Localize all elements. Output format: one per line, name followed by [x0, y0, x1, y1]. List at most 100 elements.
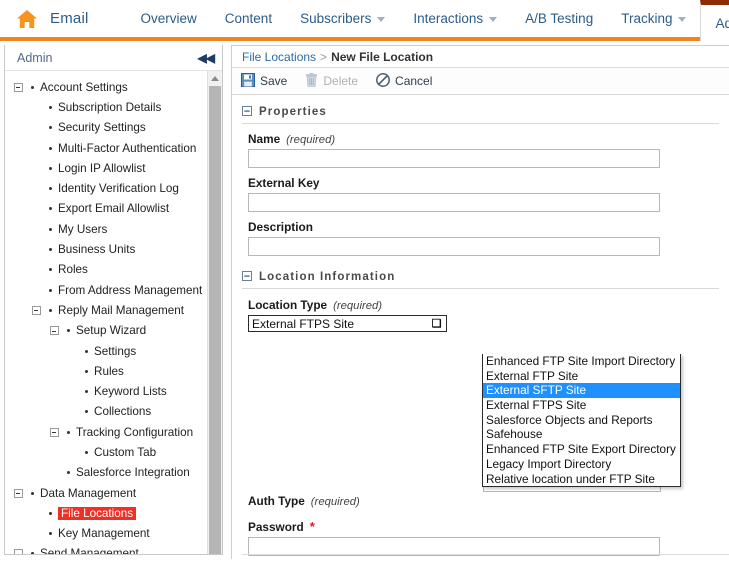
sidebar-item-label: Key Management: [58, 527, 150, 541]
sidebar-item-identity-verification-log[interactable]: Identity Verification Log: [5, 178, 207, 198]
sidebar-item-subscription-details[interactable]: Subscription Details: [5, 97, 207, 117]
properties-section-title: Properties: [259, 106, 327, 118]
bullet-icon: [85, 450, 88, 454]
nav-tab-a-b-testing[interactable]: A/B Testing: [511, 0, 607, 37]
bullet-icon: [49, 166, 52, 170]
chevron-down-icon[interactable]: [678, 17, 687, 22]
tree-collapse-toggle[interactable]: [11, 549, 25, 554]
delete-button-label: Delete: [323, 74, 359, 88]
dropdown-option[interactable]: External FTP Site: [483, 369, 680, 384]
scroll-up-arrow-icon[interactable]: [208, 71, 222, 85]
location-information-section-header[interactable]: Location Information: [242, 270, 719, 289]
minus-box-icon[interactable]: [13, 488, 23, 498]
sidebar-item-setup-wizard[interactable]: Setup Wizard: [5, 321, 207, 341]
save-button[interactable]: Save: [241, 72, 287, 90]
minus-box-icon[interactable]: [49, 427, 59, 437]
bullet-icon: [49, 268, 52, 272]
tree-collapse-toggle[interactable]: [11, 82, 25, 92]
nav-tab-interactions[interactable]: Interactions: [399, 0, 511, 37]
sidebar-item-salesforce-integration[interactable]: Salesforce Integration: [5, 463, 207, 483]
properties-section-header[interactable]: Properties: [242, 105, 719, 124]
sidebar-panel: Admin ◀◀ Account Settings Subscription De…: [4, 45, 223, 555]
nav-tab-admin[interactable]: Admin: [700, 0, 729, 41]
sidebar-item-key-management[interactable]: Key Management: [5, 524, 207, 544]
location-type-select[interactable]: External FTPS Site ❑: [248, 315, 447, 332]
nav-tab-label: Subscribers: [300, 11, 372, 26]
external-key-input[interactable]: [248, 193, 660, 212]
cancel-button[interactable]: Cancel: [376, 72, 433, 90]
minus-box-icon[interactable]: [242, 270, 252, 284]
description-input[interactable]: [248, 237, 660, 256]
sidebar-item-data-management[interactable]: Data Management: [5, 483, 207, 503]
dropdown-option[interactable]: Enhanced FTP Site Export Directory: [483, 442, 680, 457]
breadcrumb-parent-link[interactable]: File Locations: [242, 50, 316, 64]
sidebar-item-keyword-lists[interactable]: Keyword Lists: [5, 381, 207, 401]
tree-collapse-toggle[interactable]: [47, 326, 61, 336]
sidebar-item-label: File Locations: [58, 506, 137, 520]
minus-box-icon[interactable]: [31, 305, 41, 315]
description-field-group: Description: [248, 220, 729, 256]
cancel-circle-icon: [376, 72, 390, 90]
sidebar-item-roles[interactable]: Roles: [5, 260, 207, 280]
sidebar-item-file-locations[interactable]: File Locations: [5, 503, 207, 523]
dropdown-option[interactable]: External FTPS Site: [483, 398, 680, 413]
sidebar-item-label: Keyword Lists: [94, 385, 167, 399]
sidebar-item-label: Login IP Allowlist: [58, 161, 146, 175]
dropdown-option[interactable]: Salesforce Objects and Reports: [483, 413, 680, 428]
location-type-dropdown-list[interactable]: Enhanced FTP Site Import Directory Extern…: [482, 354, 681, 488]
sidebar-item-account-settings[interactable]: Account Settings: [5, 77, 207, 97]
minus-box-icon[interactable]: [49, 326, 59, 336]
minus-box-icon[interactable]: [13, 549, 23, 554]
sidebar-item-settings[interactable]: Settings: [5, 341, 207, 361]
bullet-icon: [49, 227, 52, 231]
chevron-down-icon[interactable]: [489, 17, 498, 22]
tree-collapse-toggle[interactable]: [29, 305, 43, 315]
nav-tab-subscribers[interactable]: Subscribers: [286, 0, 399, 37]
sidebar-item-business-units[interactable]: Business Units: [5, 239, 207, 259]
tree-collapse-toggle[interactable]: [11, 488, 25, 498]
sidebar-item-label: My Users: [58, 222, 108, 236]
sidebar-item-send-management[interactable]: Send Management: [5, 544, 207, 554]
sidebar-item-security-settings[interactable]: Security Settings: [5, 118, 207, 138]
auth-type-label: Auth Type: [248, 494, 305, 508]
location-information-section-title: Location Information: [259, 271, 396, 283]
sidebar-item-my-users[interactable]: My Users: [5, 219, 207, 239]
minus-box-icon[interactable]: [13, 82, 23, 92]
bullet-icon: [49, 532, 52, 536]
home-icon[interactable]: [16, 9, 38, 29]
chevron-down-icon[interactable]: ❑: [430, 317, 443, 330]
nav-tab-tracking[interactable]: Tracking: [607, 0, 700, 37]
scrollbar-thumb[interactable]: [209, 86, 221, 554]
brand-home-link[interactable]: Email: [0, 0, 109, 37]
sidebar-item-from-address-management[interactable]: From Address Management: [5, 280, 207, 300]
sidebar-item-label: Salesforce Integration: [76, 466, 190, 480]
dropdown-option[interactable]: External SFTP Site: [483, 383, 680, 399]
sidebar-item-export-email-allowlist[interactable]: Export Email Allowlist: [5, 199, 207, 219]
name-input[interactable]: [248, 149, 660, 168]
sidebar-header: Admin ◀◀: [5, 45, 222, 71]
external-key-field-group: External Key: [248, 176, 729, 212]
dropdown-option[interactable]: Relative location under FTP Site: [483, 472, 680, 487]
tree-collapse-toggle[interactable]: [47, 427, 61, 437]
sidebar-item-label: Collections: [94, 405, 152, 419]
sidebar-item-tracking-configuration[interactable]: Tracking Configuration: [5, 422, 207, 442]
sidebar-scrollbar[interactable]: [207, 71, 222, 554]
sidebar-item-collections[interactable]: Collections: [5, 402, 207, 422]
external-key-label: External Key: [248, 176, 320, 190]
collapse-left-icon[interactable]: ◀◀: [198, 51, 215, 65]
sidebar-item-custom-tab[interactable]: Custom Tab: [5, 442, 207, 462]
sidebar-item-login-ip-allowlist[interactable]: Login IP Allowlist: [5, 158, 207, 178]
dropdown-option[interactable]: Legacy Import Directory: [483, 457, 680, 472]
bullet-icon: [49, 187, 52, 191]
nav-tab-overview[interactable]: Overview: [127, 0, 211, 37]
nav-tab-content[interactable]: Content: [211, 0, 286, 37]
minus-box-icon[interactable]: [242, 105, 252, 119]
chevron-down-icon[interactable]: [377, 17, 386, 22]
dropdown-option[interactable]: Enhanced FTP Site Import Directory: [483, 354, 680, 369]
sidebar-item-rules[interactable]: Rules: [5, 361, 207, 381]
sidebar-item-reply-mail-management[interactable]: Reply Mail Management: [5, 300, 207, 320]
dropdown-option[interactable]: Safehouse: [483, 427, 680, 442]
password-label-row: Password *: [248, 519, 660, 534]
cancel-button-label: Cancel: [395, 74, 433, 88]
sidebar-item-multi-factor-authentication[interactable]: Multi-Factor Authentication: [5, 138, 207, 158]
